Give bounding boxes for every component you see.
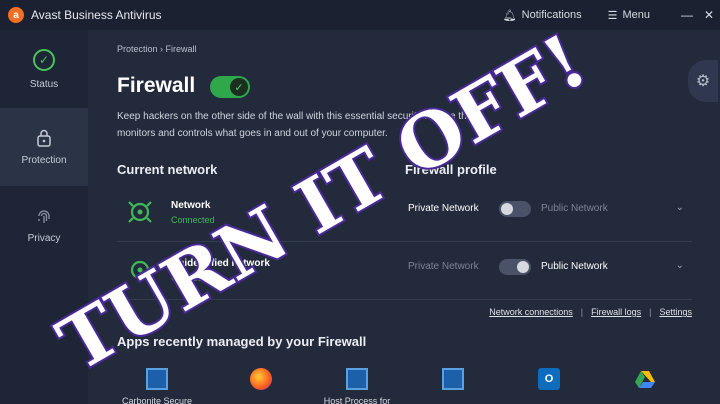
- apps-heading: Apps recently managed by your Firewall: [117, 334, 367, 349]
- notifications-label: Notifications: [521, 9, 582, 21]
- network-row[interactable]: Network Connected Private Network Public…: [117, 186, 692, 242]
- window-app-icon: [442, 368, 464, 390]
- toggle-knob: [501, 203, 513, 215]
- window-app-icon: [346, 368, 368, 390]
- app-item[interactable]: [221, 368, 301, 396]
- breadcrumb[interactable]: Protection › Firewall: [117, 44, 197, 54]
- bell-icon: 🔔︎: [502, 9, 517, 22]
- firewall-logs-link[interactable]: Firewall logs: [591, 307, 641, 317]
- sidebar-item-privacy[interactable]: Privacy: [0, 186, 88, 264]
- minimize-button[interactable]: —: [676, 8, 698, 22]
- app-item[interactable]: [413, 368, 493, 396]
- hamburger-icon: ☰: [607, 9, 618, 22]
- app-name: Host Process for: [323, 396, 391, 404]
- network-name: Unidentified network: [171, 258, 270, 269]
- main-content: Protection › Firewall Firewall ✓ Keep ha…: [88, 30, 720, 404]
- app-name: Carbonite Secure: [121, 396, 193, 404]
- sidebar-item-label: Status: [29, 78, 59, 90]
- firewall-description: Keep hackers on the other side of the wa…: [117, 111, 475, 139]
- menu-label: Menu: [622, 9, 650, 21]
- lock-icon: [37, 129, 51, 147]
- firewall-profile-heading: Firewall profile: [405, 162, 497, 177]
- window-app-icon: [146, 368, 168, 390]
- profile-toggle[interactable]: [499, 201, 531, 217]
- avast-logo-icon: a: [8, 7, 24, 23]
- public-network-label: Public Network: [541, 203, 608, 214]
- chevron-down-icon[interactable]: ⌄: [676, 260, 684, 271]
- link-separator: |: [649, 307, 652, 317]
- chevron-down-icon[interactable]: ⌄: [676, 202, 684, 213]
- app-title: Avast Business Antivirus: [31, 8, 162, 22]
- close-button[interactable]: ✕: [698, 8, 720, 22]
- network-row[interactable]: Unidentified network Connected Private N…: [117, 244, 692, 300]
- current-network-heading: Current network: [117, 162, 218, 177]
- sidebar-item-status[interactable]: ✓ Status: [0, 30, 88, 108]
- app-item[interactable]: Carbonite Secure: [117, 368, 197, 404]
- firefox-icon: [250, 368, 272, 390]
- check-icon: ✓: [230, 78, 248, 96]
- apps-list: Carbonite Secure Host Process for O: [117, 360, 692, 404]
- app-item[interactable]: Host Process for: [317, 368, 397, 404]
- sidebar-item-label: Privacy: [27, 232, 61, 244]
- notifications-button[interactable]: 🔔︎ Notifications: [503, 9, 582, 22]
- sidebar-item-label: Protection: [21, 154, 67, 166]
- private-network-label: Private Network: [408, 261, 479, 272]
- network-router-icon: [130, 260, 150, 280]
- network-name: Network: [171, 200, 211, 211]
- fingerprint-icon: [38, 209, 50, 223]
- private-network-label: Private Network: [408, 203, 479, 214]
- link-separator: |: [580, 307, 584, 317]
- sidebar-item-protection[interactable]: Protection: [0, 108, 88, 186]
- public-network-label: Public Network: [541, 261, 608, 272]
- firewall-links: Network connections | Firewall logs | Se…: [489, 307, 692, 317]
- title-bar: a Avast Business Antivirus 🔔︎ Notificati…: [0, 0, 720, 30]
- network-status: Connected: [171, 215, 215, 225]
- outlook-icon: O: [538, 368, 560, 390]
- check-circle-icon: ✓: [33, 48, 55, 71]
- network-status: Connected: [171, 273, 215, 283]
- app-item[interactable]: O: [509, 368, 589, 396]
- network-router-icon: [128, 201, 152, 223]
- toggle-knob: [517, 261, 529, 273]
- settings-link[interactable]: Settings: [659, 307, 692, 317]
- profile-toggle[interactable]: [499, 259, 531, 275]
- firewall-toggle[interactable]: ✓: [210, 76, 250, 98]
- google-drive-icon: [635, 371, 655, 388]
- network-connections-link[interactable]: Network connections: [489, 307, 573, 317]
- page-title: Firewall: [117, 74, 196, 97]
- title-bar-actions: 🔔︎ Notifications ☰ Menu — ✕: [503, 0, 720, 30]
- menu-button[interactable]: ☰ Menu: [608, 9, 650, 22]
- app-item[interactable]: [605, 368, 685, 396]
- gear-icon[interactable]: ⚙: [688, 60, 718, 102]
- sidebar: ✓ Status Protection Privacy: [0, 30, 88, 404]
